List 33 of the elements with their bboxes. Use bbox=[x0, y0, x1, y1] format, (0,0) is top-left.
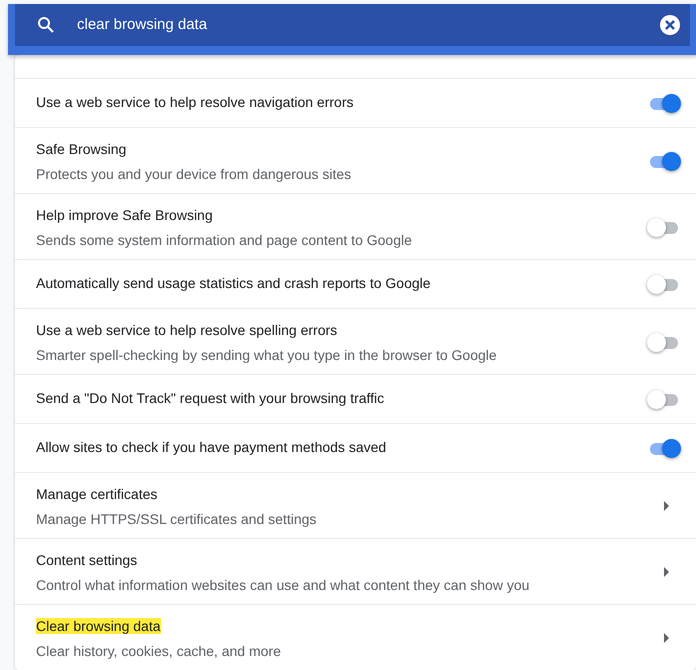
setting-description: Sends some system information and page content to Google bbox=[36, 230, 413, 250]
search-bar[interactable]: clear browsing data bbox=[15, 4, 690, 46]
setting-title: Automatically send usage statistics and crash reports to Google bbox=[36, 275, 431, 291]
setting-title: Manage certificates bbox=[36, 486, 158, 502]
settings-row[interactable]: Automatically send usage statistics and crash reports to Google bbox=[15, 259, 696, 308]
setting-description: Manage HTTPS/SSL certificates and settings bbox=[36, 510, 318, 528]
setting-description: Clear history, cookies, cache, and more bbox=[36, 642, 282, 660]
settings-row[interactable]: Use a web service to help resolve spelling errors Smarter spell-checking by sending what you type in the browser to Google bbox=[15, 308, 696, 374]
search-icon bbox=[37, 16, 55, 34]
setting-description: Control what information websites can use and what content they can show you bbox=[36, 576, 530, 594]
setting-title: Help improve Safe Browsing bbox=[36, 206, 213, 222]
setting-title: Clear browsing data bbox=[36, 618, 161, 634]
settings-row[interactable]: Help improve Safe Browsing Sends some system information and page content to Google bbox=[15, 193, 696, 259]
setting-description: Smarter spell-checking by sending what you type in the browser to Google bbox=[36, 346, 498, 364]
settings-row[interactable]: Safe Browsing Protects you and your device from dangerous sites bbox=[15, 127, 696, 193]
setting-title: Use a web service to help resolve navigation errors bbox=[36, 94, 354, 110]
arrow-right-icon bbox=[664, 632, 670, 642]
arrow-right-icon bbox=[664, 500, 670, 510]
settings-row[interactable]: Manage certificates Manage HTTPS/SSL certificates and settings bbox=[15, 472, 696, 538]
setting-title: Send a "Do Not Track" request with your browsing traffic bbox=[36, 390, 384, 406]
setting-title: Safe Browsing bbox=[36, 140, 126, 156]
setting-title: Allow sites to check if you have payment methods saved bbox=[36, 439, 386, 455]
arrow-right-icon bbox=[664, 566, 670, 576]
clear-search-icon[interactable] bbox=[660, 15, 680, 35]
setting-title: Content settings bbox=[36, 552, 138, 568]
settings-row[interactable]: Allow sites to check if you have payment methods saved bbox=[15, 423, 696, 472]
settings-row[interactable]: Content settings Control what information websites can use and what content they can show you bbox=[15, 538, 696, 604]
settings-row[interactable]: Use a web service to help resolve navigation errors bbox=[15, 78, 696, 127]
setting-description: Protects you and your device from dangerous sites bbox=[36, 164, 352, 184]
settings-row[interactable]: Send a "Do Not Track" request with your browsing traffic bbox=[15, 374, 696, 423]
settings-row[interactable]: Clear browsing data Clear history, cookies, cache, and more bbox=[15, 604, 696, 670]
setting-title: Use a web service to help resolve spelling errors bbox=[36, 322, 338, 338]
search-field[interactable]: clear browsing data bbox=[77, 14, 660, 36]
